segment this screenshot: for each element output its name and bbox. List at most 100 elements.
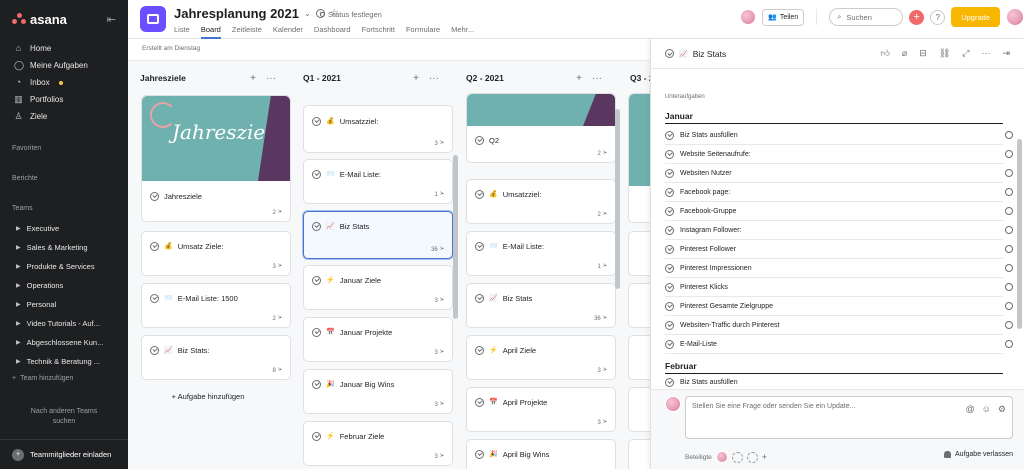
complete-checkbox[interactable] (312, 327, 321, 337)
subtask-count[interactable]: 2 ⫶▸ (597, 150, 607, 157)
subtask-section-header[interactable]: Januar (665, 111, 1003, 124)
team-item[interactable]: ▶ Operations (0, 276, 128, 295)
complete-checkbox[interactable] (665, 263, 674, 273)
settings-icon[interactable]: ⚙ (998, 404, 1006, 415)
project-title[interactable]: Jahresplanung 2021 (174, 6, 299, 21)
complete-checkbox[interactable] (475, 449, 484, 459)
set-status-button[interactable]: Status festlegen (320, 10, 382, 19)
subtask-row[interactable]: Websiten Nutzer (665, 164, 1013, 183)
complete-checkbox[interactable] (475, 241, 484, 251)
task-card[interactable] (628, 93, 650, 223)
collaborator-avatar[interactable] (715, 451, 728, 463)
invite-members-button[interactable]: + Teammitglieder einladen (0, 439, 128, 469)
complete-checkbox[interactable] (665, 225, 674, 235)
team-item[interactable]: ▶ Produkte & Services (0, 257, 128, 276)
project-board-icon[interactable] (140, 6, 166, 32)
subtask-row[interactable]: Website Seitenaufrufe: (665, 145, 1013, 164)
team-item[interactable]: ▶ Personal (0, 295, 128, 314)
complete-checkbox[interactable] (312, 116, 321, 126)
more-icon[interactable]: ··· (266, 73, 276, 84)
clock-icon[interactable] (1005, 321, 1013, 329)
complete-checkbox[interactable] (312, 379, 321, 389)
clock-icon[interactable] (1005, 226, 1013, 234)
complete-checkbox[interactable] (312, 169, 321, 179)
clock-icon[interactable] (1005, 131, 1013, 139)
complete-checkbox[interactable] (665, 187, 674, 197)
subtask-count[interactable]: 3 ⫶▸ (597, 419, 607, 426)
subtask-count[interactable]: 3 ⫶▸ (434, 297, 444, 304)
subtask-count[interactable]: 3 ⫶▸ (434, 349, 444, 356)
more-icon[interactable]: ··· (429, 73, 439, 84)
sidebar-item-my-tasks[interactable]: ◯ Meine Aufgaben (0, 57, 128, 74)
task-card[interactable]: 💰 Umsatzziel: 2 ⫶▸ (466, 179, 616, 224)
subtask-count[interactable]: 8 ⫶▸ (272, 367, 282, 374)
comment-input[interactable]: Stellen Sie eine Frage oder senden Sie e… (685, 396, 1013, 439)
column-header[interactable]: Q1 - 2021 + ··· (291, 61, 451, 95)
subtask-count[interactable]: 3 ⫶▸ (434, 453, 444, 460)
user-avatar[interactable] (1006, 8, 1024, 26)
task-card[interactable]: 💰 Umsatzziel: 3 ⫶▸ (303, 105, 453, 153)
clock-icon[interactable] (1005, 169, 1013, 177)
complete-checkbox[interactable] (665, 301, 674, 311)
complete-checkbox[interactable] (665, 244, 674, 254)
tab-timeline[interactable]: Zeitleiste (232, 24, 262, 39)
task-card[interactable]: 🎉 Januar Big Wins 3 ⫶▸ (303, 369, 453, 414)
task-title[interactable]: Biz Stats (693, 49, 727, 59)
subtask-row[interactable]: Facebook page: (665, 183, 1013, 202)
complete-checkbox[interactable] (665, 206, 674, 216)
subtask-count[interactable]: 2 ⫶▸ (272, 315, 282, 322)
link-icon[interactable]: ⛓ (939, 48, 950, 59)
subtask-row[interactable]: Biz Stats ausfüllen (665, 126, 1013, 145)
clock-icon[interactable] (1005, 283, 1013, 291)
subtask-row[interactable]: Pinterest Gesamte Zielgruppe (665, 297, 1013, 316)
sidebar-item-portfolios[interactable]: ▥ Portfolios (0, 91, 128, 108)
favorites-heading[interactable]: Favoriten (0, 145, 128, 157)
complete-checkbox[interactable] (665, 168, 674, 178)
complete-checkbox[interactable] (665, 377, 674, 387)
task-card[interactable]: Jahresziele Jahresziele 2 ⫶▸ (141, 95, 291, 222)
asana-logo[interactable]: asana (12, 12, 67, 27)
leave-task-button[interactable]: Aufgabe verlassen (944, 451, 1013, 458)
clock-icon[interactable] (1005, 188, 1013, 196)
subtask-count[interactable]: 3 ⫶▸ (434, 401, 444, 408)
complete-checkbox[interactable] (665, 282, 674, 292)
clock-icon[interactable] (1005, 340, 1013, 348)
like-icon[interactable]: 👍︎ (880, 48, 889, 59)
add-task-icon[interactable]: + (413, 73, 419, 84)
task-card-selected[interactable]: 📈 Biz Stats 36 ⫶▸ (303, 211, 453, 259)
more-icon[interactable]: ··· (592, 73, 602, 84)
subtask-count[interactable]: 3 ⫶▸ (434, 140, 444, 147)
sidebar-item-goals[interactable]: ♙ Ziele (0, 108, 128, 125)
subtask-count[interactable]: 3 ⫶▸ (597, 367, 607, 374)
clock-icon[interactable] (1005, 264, 1013, 272)
subtask-row[interactable]: Websiten-Traffic durch Pinterest (665, 316, 1013, 335)
add-task-icon[interactable]: + (250, 73, 256, 84)
mention-icon[interactable]: @ (966, 404, 975, 415)
task-card[interactable] (628, 387, 650, 432)
expand-icon[interactable]: ⤢ (962, 48, 969, 59)
add-task-button[interactable]: + Aufgabe hinzufügen (128, 392, 288, 401)
task-card[interactable] (628, 231, 650, 276)
subtask-count[interactable]: 2 ⫶▸ (272, 209, 282, 216)
subtask-row[interactable]: Pinterest Impressionen (665, 259, 1013, 278)
task-card[interactable]: ⚡ Januar Ziele 3 ⫶▸ (303, 265, 453, 310)
attachment-icon[interactable]: ⌀ (902, 48, 907, 59)
complete-checkbox[interactable] (312, 221, 321, 231)
team-item[interactable]: ▶ Video Tutorials - Auf... (0, 314, 128, 333)
subtask-count[interactable]: 3 ⫶▸ (272, 263, 282, 270)
mark-complete-checkbox[interactable] (665, 49, 674, 58)
task-card[interactable]: 📨 E-Mail Liste: 1 ⫶▸ (466, 231, 616, 276)
complete-checkbox[interactable] (475, 189, 484, 199)
complete-checkbox[interactable] (475, 135, 484, 145)
subtask-count[interactable]: 36 ⫶▸ (594, 315, 607, 322)
subtask-icon[interactable]: ⊟ (919, 48, 927, 59)
more-icon[interactable]: ··· (981, 48, 990, 59)
tab-calendar[interactable]: Kalender (273, 24, 303, 39)
subtask-row[interactable]: Instagram Follower: (665, 221, 1013, 240)
task-card[interactable]: 📈 Biz Stats: 8 ⫶▸ (141, 335, 291, 380)
task-card[interactable] (628, 439, 650, 469)
sidebar-item-home[interactable]: ⌂ Home (0, 40, 128, 57)
subtask-row[interactable]: Pinterest Klicks (665, 278, 1013, 297)
complete-checkbox[interactable] (312, 275, 321, 285)
task-card[interactable]: 💰 Umsatz Ziele: 3 ⫶▸ (141, 231, 291, 276)
